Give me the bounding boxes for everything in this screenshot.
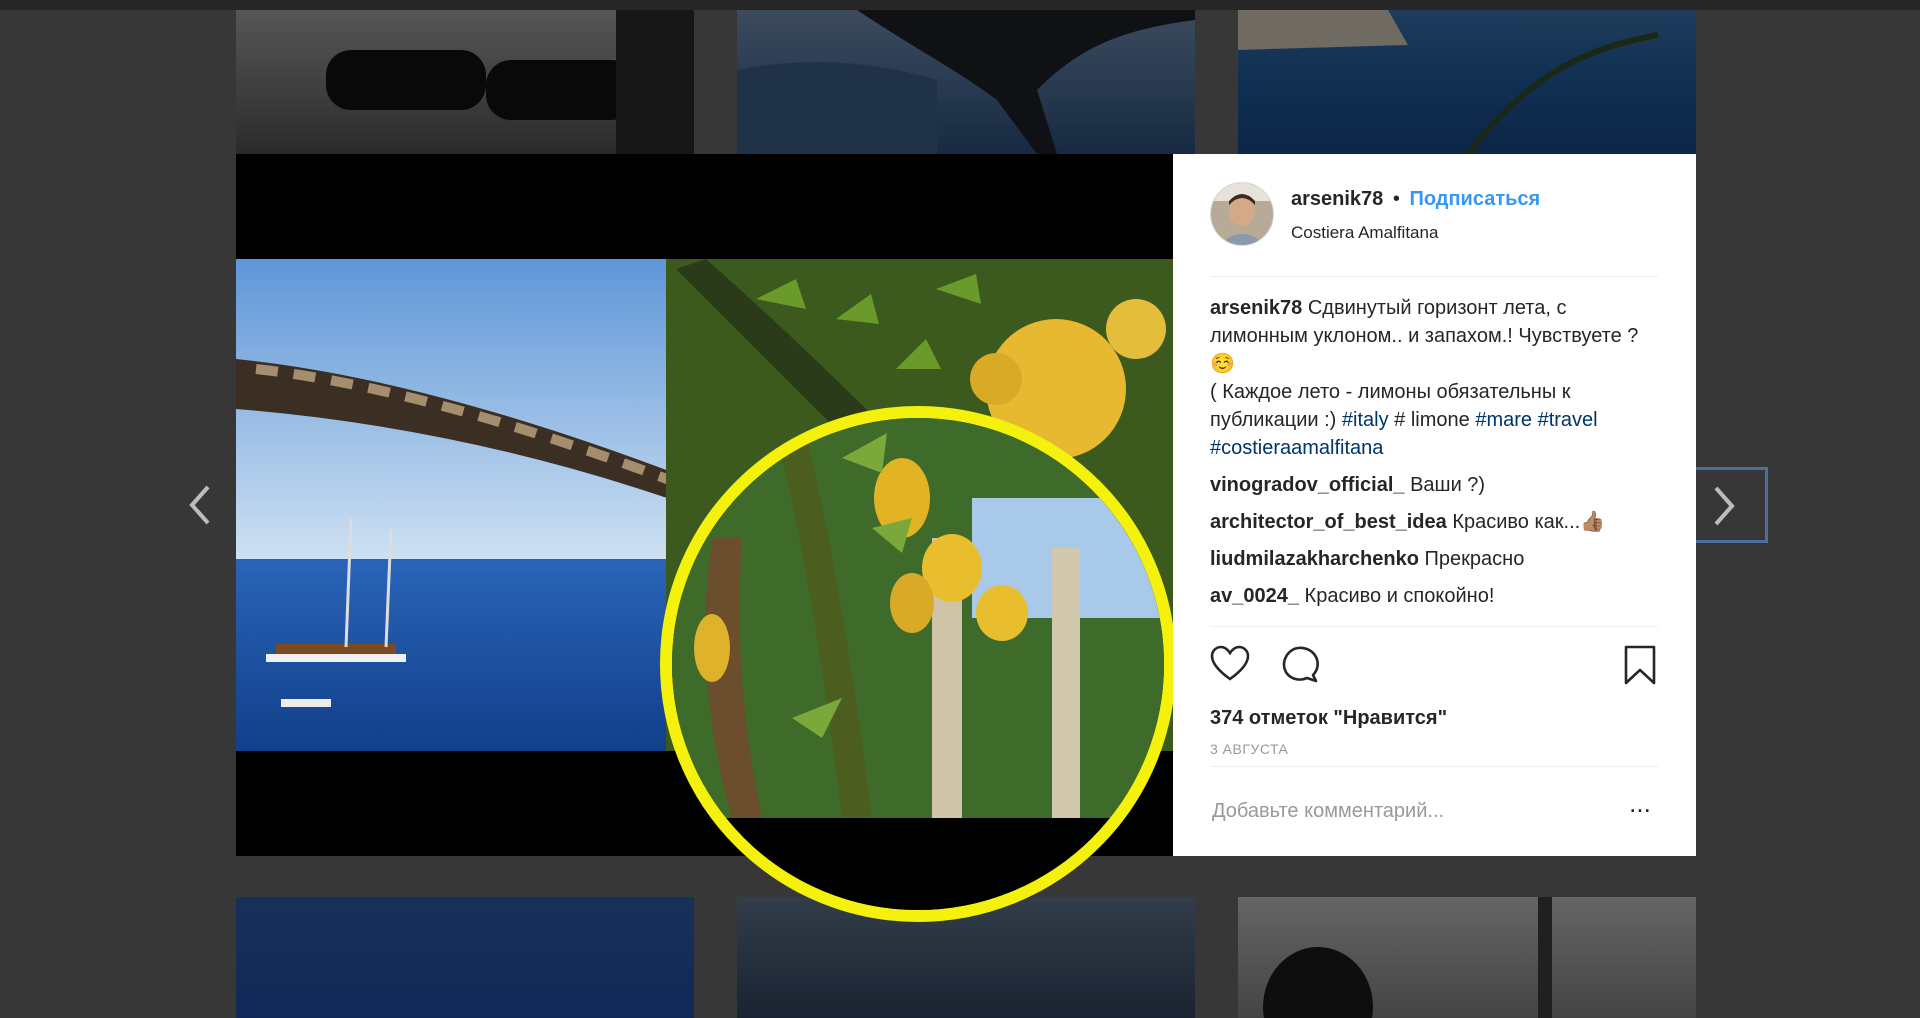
post-actions: 374 отметок "Нравится" 3 АВГУСТА [1210, 626, 1658, 789]
comment-text: Прекрасно [1424, 548, 1525, 570]
chevron-right-icon [1714, 486, 1735, 526]
caption-text-3: # limone [1388, 409, 1476, 431]
grid-post-3[interactable] [1238, 10, 1696, 154]
grid-post-4[interactable] [236, 897, 694, 1018]
heart-icon [1210, 645, 1250, 681]
post-date[interactable]: 3 АВГУСТА [1210, 741, 1288, 757]
save-button[interactable] [1622, 645, 1658, 688]
comment-text: Красиво и спокойно! [1304, 585, 1495, 607]
comment-button[interactable] [1280, 645, 1320, 688]
post-header: arsenik78 • Подписаться Costiera Amalfit… [1210, 182, 1658, 277]
chevron-left-icon [189, 485, 210, 525]
hashtag-mare[interactable]: #mare [1475, 409, 1532, 431]
comment-username[interactable]: av_0024_ [1210, 585, 1299, 607]
add-comment-section: ... [1210, 766, 1658, 857]
avatar-image [1211, 183, 1273, 245]
grid-post-1[interactable] [236, 10, 694, 154]
comments-list: arsenik78 Сдвинутый горизонт лета, с лим… [1210, 294, 1660, 619]
comment-item: vinogradov_official_ Ваши ?) [1210, 471, 1660, 499]
speech-bubble-icon [1282, 646, 1319, 683]
post-modal: arsenik78 • Подписаться Costiera Amalfit… [236, 154, 1696, 922]
grid-post-3-image [1238, 10, 1659, 154]
caption: arsenik78 Сдвинутый горизонт лета, с лим… [1210, 294, 1660, 462]
caption-username[interactable]: arsenik78 [1210, 297, 1302, 319]
comment-item: liudmilazakharchenko Прекрасно [1210, 545, 1660, 573]
header-user-line: arsenik78 • Подписаться [1291, 188, 1540, 211]
author-username[interactable]: arsenik78 [1291, 188, 1383, 210]
comment-input[interactable] [1210, 795, 1594, 827]
comment-text: Ваши ?) [1410, 474, 1486, 496]
grid-post-1-image [326, 10, 694, 154]
zoomed-lemons-image [672, 418, 1164, 910]
comment-username[interactable]: liudmilazakharchenko [1210, 548, 1419, 570]
hashtag-costiera[interactable]: #costieraamalfitana [1210, 437, 1383, 459]
grid-post-6-image [1263, 897, 1552, 1018]
separator-dot: • [1392, 188, 1400, 210]
likes-count[interactable]: 374 отметок "Нравится" [1210, 707, 1447, 730]
grid-post-6[interactable] [1238, 897, 1696, 1018]
location-link[interactable]: Costiera Amalfitana [1291, 223, 1438, 243]
avatar[interactable] [1210, 182, 1274, 246]
bookmark-icon [1624, 645, 1656, 685]
comment-username[interactable]: architector_of_best_idea [1210, 511, 1447, 533]
more-options-button[interactable]: ... [1622, 790, 1658, 821]
comment-username[interactable]: vinogradov_official_ [1210, 474, 1405, 496]
previous-post-arrow[interactable] [178, 467, 238, 543]
grid-post-2-image [737, 10, 1195, 154]
comment-item: architector_of_best_idea Красиво как...👍… [1210, 508, 1660, 536]
post-media [236, 154, 1176, 922]
follow-button[interactable]: Подписаться [1409, 188, 1540, 210]
comment-text: Красиво как...👍🏽 [1452, 511, 1606, 533]
hashtag-travel[interactable]: #travel [1538, 409, 1598, 431]
top-strip [0, 0, 1920, 10]
like-button[interactable] [1210, 645, 1250, 688]
grid-post-2[interactable] [737, 10, 1195, 154]
hashtag-italy[interactable]: #italy [1342, 409, 1389, 431]
comment-item: av_0024_ Красиво и спокойно! [1210, 582, 1660, 610]
post-sidebar: arsenik78 • Подписаться Costiera Amalfit… [1173, 154, 1696, 856]
zoom-highlight-circle [660, 406, 1176, 922]
next-post-arrow[interactable] [1696, 467, 1768, 543]
